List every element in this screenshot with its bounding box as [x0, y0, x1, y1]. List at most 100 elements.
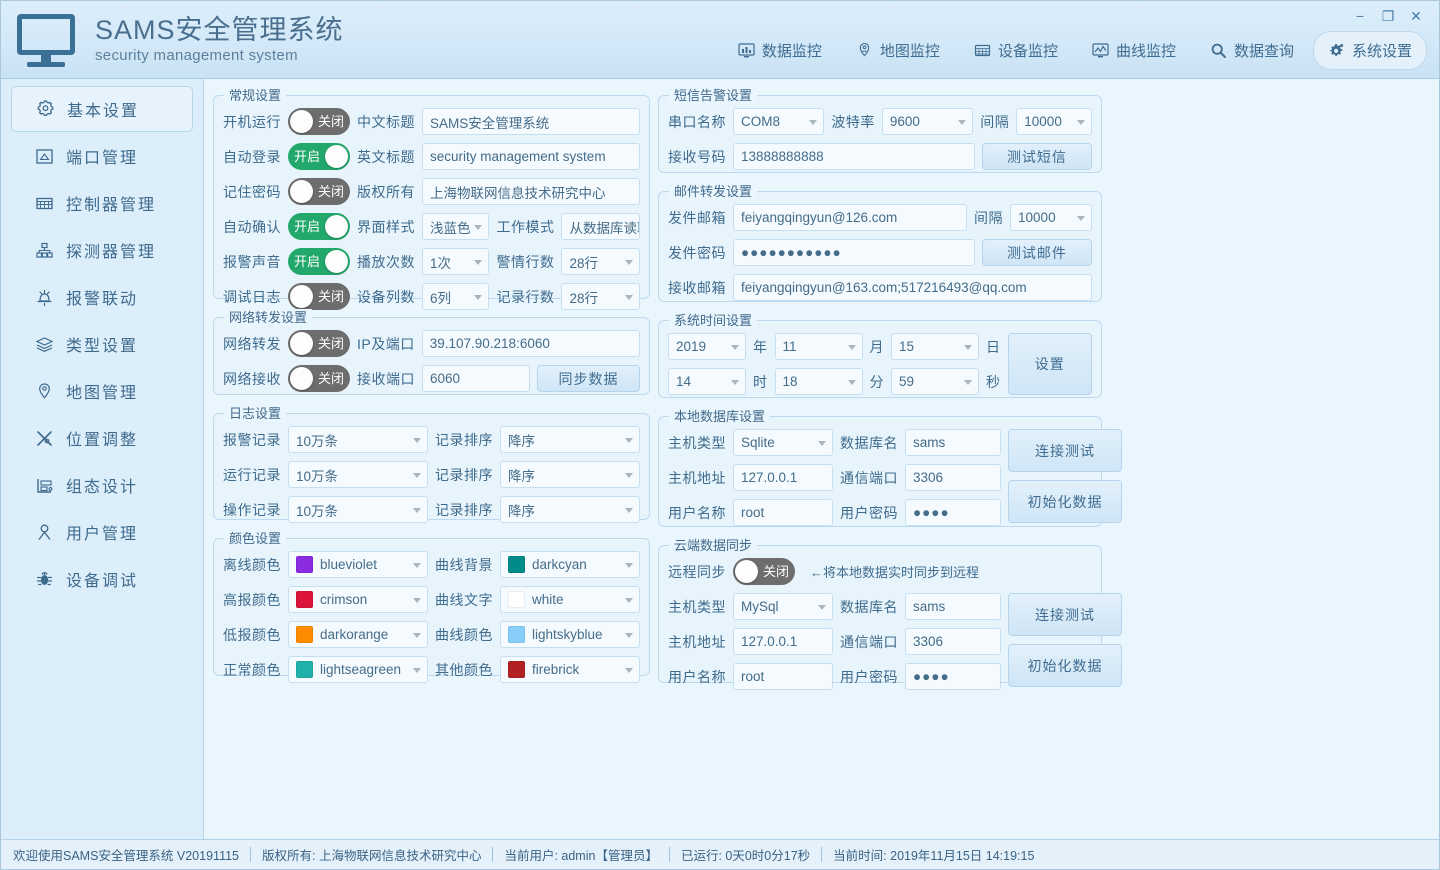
maximize-button[interactable]: ❐	[1375, 5, 1401, 27]
sms-interval-select[interactable]: 10000	[1016, 108, 1092, 135]
test-mail-button[interactable]: 测试邮件	[981, 239, 1092, 266]
tab-curve-monitor[interactable]: 曲线监控	[1077, 31, 1191, 70]
tab-map-monitor[interactable]: 地图监控	[841, 31, 955, 70]
device-columns-select[interactable]: 6列	[422, 283, 490, 310]
group-legend: 颜色设置	[224, 530, 287, 547]
toggle-auto-login[interactable]: 开启	[288, 143, 350, 170]
offline-color-select[interactable]: blueviolet	[288, 551, 428, 578]
local-connection-test-button[interactable]: 连接测试	[1008, 429, 1122, 472]
normal-color-select[interactable]: lightseagreen	[288, 656, 428, 683]
toggle-network-forward[interactable]: 关闭	[288, 330, 350, 357]
sidebar-item-position-adjust[interactable]: 位置调整	[11, 415, 193, 461]
ui-style-select[interactable]: 浅蓝色	[422, 213, 490, 240]
receiver-mail-input[interactable]: feiyangqingyun@163.com;517216493@qq.com	[733, 274, 1092, 301]
operation-log-count-select[interactable]: 10万条	[288, 496, 428, 523]
second-select[interactable]: 59	[891, 368, 979, 395]
operation-log-sort-select[interactable]: 降序	[500, 496, 640, 523]
row-color-high-alarm: 高报颜色 crimson 曲线文字 white	[223, 586, 640, 613]
toggle-debug-log[interactable]: 关闭	[288, 283, 350, 310]
cloud-host-type-select[interactable]: MySql	[733, 593, 833, 620]
cloud-connection-test-button[interactable]: 连接测试	[1008, 593, 1122, 636]
sidebar-item-port-management[interactable]: 端口管理	[11, 133, 193, 179]
group-legend: 短信告警设置	[669, 87, 758, 104]
tab-device-monitor[interactable]: 设备监控	[959, 31, 1073, 70]
field-label: 高报颜色	[223, 591, 281, 608]
mail-interval-select[interactable]: 10000	[1010, 204, 1092, 231]
local-password-input[interactable]: ●●●●	[905, 499, 1001, 526]
local-host-type-select[interactable]: Sqlite	[733, 429, 833, 456]
serial-port-select[interactable]: COM8	[733, 108, 825, 135]
run-log-count-select[interactable]: 10万条	[288, 461, 428, 488]
tab-data-monitor[interactable]: 数据监控	[723, 31, 837, 70]
tab-system-settings[interactable]: 系统设置	[1312, 31, 1427, 70]
ip-port-input[interactable]: 39.107.90.218:6060	[421, 330, 640, 357]
sidebar-item-type-settings[interactable]: 类型设置	[11, 321, 193, 367]
low-alarm-color-select[interactable]: darkorange	[288, 621, 428, 648]
toggle-alarm-sound[interactable]: 开启	[288, 248, 350, 275]
title-en-input[interactable]: security management system	[422, 143, 640, 170]
color-swatch	[296, 626, 313, 643]
record-rows-select[interactable]: 28行	[561, 283, 640, 310]
curve-background-color-select[interactable]: darkcyan	[500, 551, 640, 578]
minute-select[interactable]: 18	[774, 368, 863, 395]
curve-color-select[interactable]: lightskyblue	[500, 621, 640, 648]
field-label: 低报颜色	[223, 626, 281, 643]
sidebar-item-device-debug[interactable]: 设备调试	[11, 556, 193, 602]
local-init-data-button[interactable]: 初始化数据	[1008, 480, 1122, 523]
title-cn-input[interactable]: SAMS安全管理系统	[422, 108, 640, 135]
cloud-host-address-input[interactable]: 127.0.0.1	[733, 628, 833, 655]
sidebar-item-detector-management[interactable]: 探测器管理	[11, 227, 193, 273]
field-label: 工作模式	[496, 218, 555, 235]
sidebar-item-configuration-design[interactable]: 组态设计	[11, 462, 193, 508]
toggle-remember-password[interactable]: 关闭	[288, 178, 350, 205]
work-mode-select[interactable]: 从数据库读取	[561, 213, 640, 240]
curve-monitor-icon	[1092, 42, 1109, 59]
curve-text-color-select[interactable]: white	[500, 586, 640, 613]
cloud-comm-port-input[interactable]: 3306	[905, 628, 1001, 655]
sidebar-item-user-management[interactable]: 用户管理	[11, 509, 193, 555]
set-time-button[interactable]: 设置	[1007, 333, 1092, 395]
toggle-state-label: 关闭	[317, 114, 344, 129]
field-label: 日	[986, 338, 1001, 355]
cloud-password-input[interactable]: ●●●●	[905, 663, 1001, 690]
receive-port-input[interactable]: 6060	[422, 365, 530, 392]
close-button[interactable]: ✕	[1403, 5, 1429, 27]
run-log-sort-select[interactable]: 降序	[500, 461, 640, 488]
sidebar-item-controller-management[interactable]: 控制器管理	[11, 180, 193, 226]
play-count-select[interactable]: 1次	[422, 248, 490, 275]
hour-select[interactable]: 14	[668, 368, 746, 395]
toggle-boot-run[interactable]: 关闭	[288, 108, 350, 135]
tab-data-query[interactable]: 数据查询	[1195, 31, 1309, 70]
toggle-remote-sync[interactable]: 关闭	[733, 558, 795, 585]
toggle-auto-confirm[interactable]: 开启	[288, 213, 350, 240]
month-select[interactable]: 11	[774, 333, 863, 360]
cloud-init-data-button[interactable]: 初始化数据	[1008, 644, 1122, 687]
sender-password-input[interactable]: ●●●●●●●●●●●	[733, 239, 975, 266]
alarm-rows-select[interactable]: 28行	[561, 248, 640, 275]
other-color-select[interactable]: firebrick	[500, 656, 640, 683]
high-alarm-color-select[interactable]: crimson	[288, 586, 428, 613]
baud-rate-select[interactable]: 9600	[881, 108, 974, 135]
test-sms-button[interactable]: 测试短信	[981, 143, 1092, 170]
cloud-db-name-input[interactable]: sams	[905, 593, 1001, 620]
sidebar-item-basic-settings[interactable]: 基本设置	[11, 86, 193, 132]
copyright-input[interactable]: 上海物联网信息技术研究中心	[422, 178, 640, 205]
local-host-address-input[interactable]: 127.0.0.1	[733, 464, 833, 491]
cloud-user-input[interactable]: root	[733, 663, 833, 690]
year-select[interactable]: 2019	[668, 333, 746, 360]
day-select[interactable]: 15	[891, 333, 979, 360]
minimize-button[interactable]: −	[1347, 5, 1373, 27]
sender-mail-input[interactable]: feiyangqingyun@126.com	[733, 204, 968, 231]
local-comm-port-input[interactable]: 3306	[905, 464, 1001, 491]
sidebar-item-map-management[interactable]: 地图管理	[11, 368, 193, 414]
row-mail-password: 发件密码 ●●●●●●●●●●● 测试邮件	[668, 239, 1092, 266]
group-mail-forward: 邮件转发设置 发件邮箱 feiyangqingyun@126.com 间隔 10…	[658, 183, 1102, 302]
sidebar-item-alarm-linkage[interactable]: 报警联动	[11, 274, 193, 320]
alarm-log-count-select[interactable]: 10万条	[288, 426, 428, 453]
sync-data-button[interactable]: 同步数据	[536, 365, 640, 392]
toggle-network-receive[interactable]: 关闭	[288, 365, 350, 392]
sms-receiver-number-input[interactable]: 13888888888	[733, 143, 975, 170]
alarm-log-sort-select[interactable]: 降序	[500, 426, 640, 453]
local-db-name-input[interactable]: sams	[905, 429, 1001, 456]
local-user-input[interactable]: root	[733, 499, 833, 526]
